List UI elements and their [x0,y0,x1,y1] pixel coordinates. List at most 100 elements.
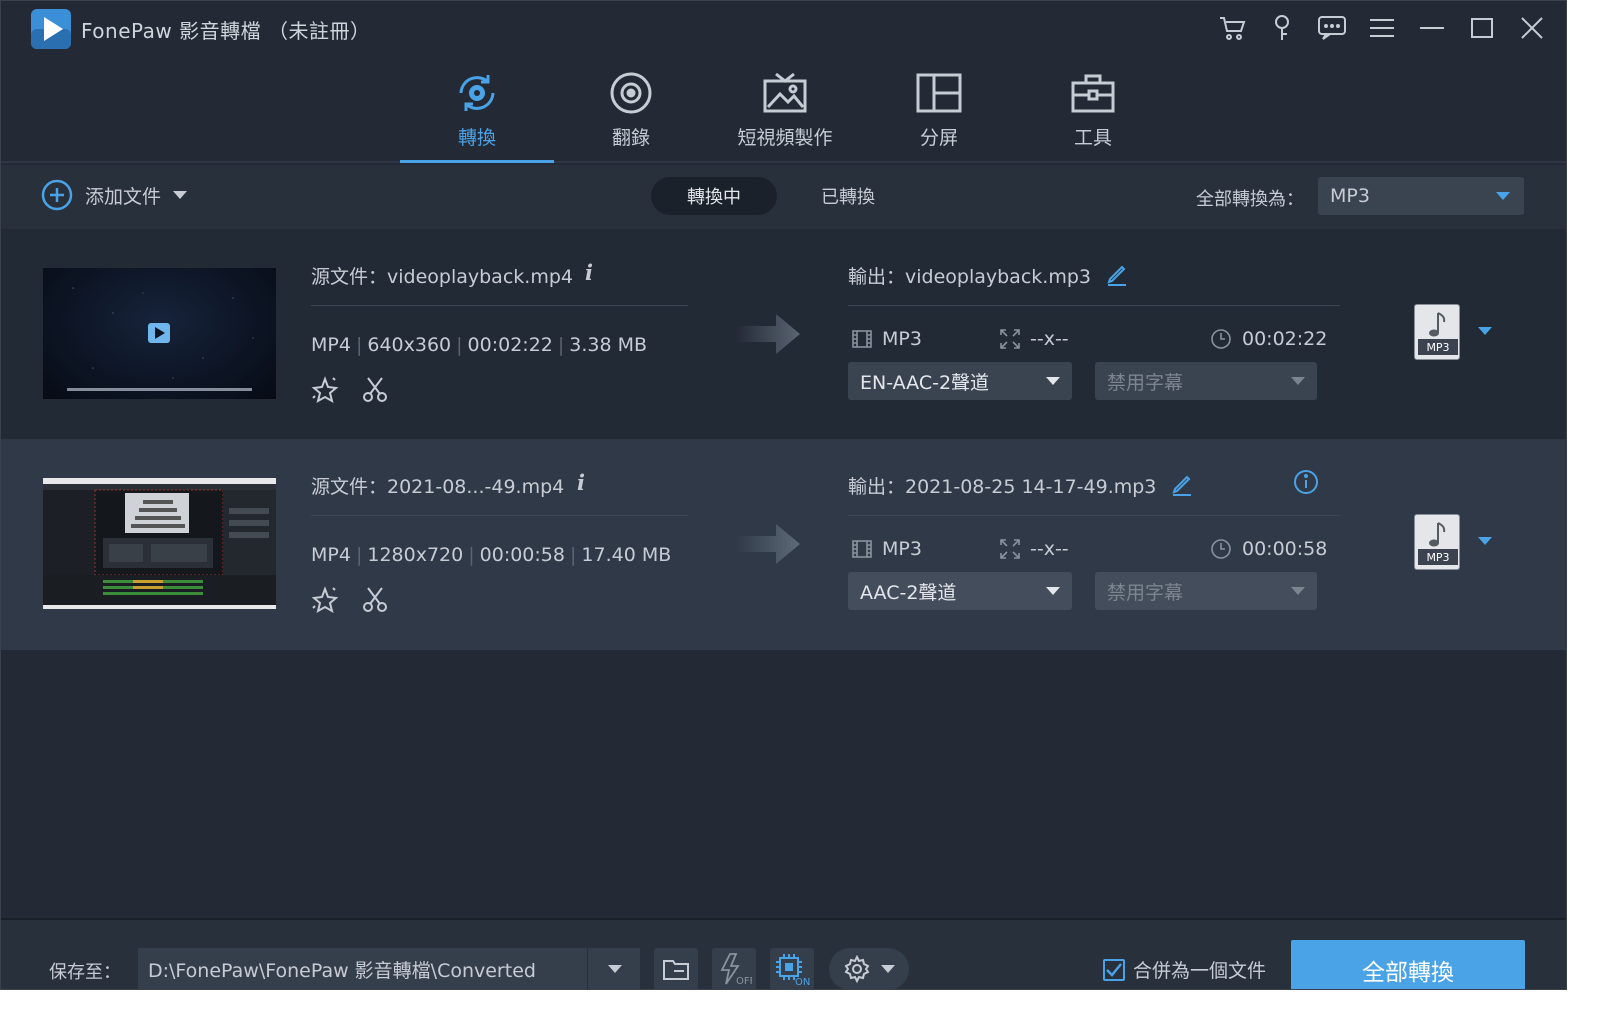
tab-split-screen[interactable]: 分屏 [862,67,1016,163]
convert-all-to-label: 全部轉換為： [1196,189,1304,210]
tab-short-video[interactable]: 短視頻製作 [708,67,862,163]
open-folder-button[interactable] [654,948,698,989]
output-format-badge[interactable]: MP3 [1414,304,1460,360]
bottom-bar: 保存至： D:\FonePaw\FonePaw 影音轉檔\Converted O… [1,918,1566,989]
output-resolution-spec: --x-- [1000,328,1069,350]
info-circle-icon[interactable] [1293,469,1319,499]
main-nav: 轉換 翻錄 短視頻製作 分屏 工具 [1,57,1566,163]
audio-track-select[interactable]: AAC-2聲道 [848,572,1072,610]
settings-button[interactable] [829,948,909,989]
caret-down-icon [1046,587,1060,595]
gear-icon [844,955,870,983]
audio-track-value: AAC-2聲道 [860,581,957,604]
tab-rip[interactable]: 翻錄 [554,67,708,163]
tab-label: 工具 [1073,127,1112,149]
save-path-select[interactable]: D:\FonePaw\FonePaw 影音轉檔\Converted [138,948,640,989]
cpu-chip-icon: ON [776,954,810,986]
add-file-label: 添加文件 [85,185,162,208]
chevron-down-icon [881,965,895,973]
divider [848,515,1340,516]
chevron-down-icon[interactable] [173,190,188,200]
save-to-label: 保存至： [49,962,121,983]
merge-label: 合併為一個文件 [1133,960,1267,982]
output-duration: 00:00:58 [1242,538,1328,560]
format-badge-text: MP3 [1426,551,1449,564]
title-bar: FonePaw 影音轉檔 （未註冊） [1,1,1566,57]
feedback-icon[interactable] [1316,11,1348,45]
format-select-value: MP3 [1330,185,1370,207]
tv-image-icon [758,67,812,119]
toolbox-icon [1066,67,1120,119]
edit-pencil-icon[interactable] [1105,262,1129,286]
info-icon[interactable]: i [585,260,593,285]
caret-down-icon [1291,377,1305,385]
cut-scissors-icon[interactable] [361,586,389,618]
output-format-spec: MP3 [852,328,922,350]
clock-icon [1211,329,1231,349]
info-icon[interactable]: i [577,470,585,495]
source-meta: MP4 | 640x360 | 00:02:22 | 3.38 MB [311,334,648,356]
enhance-star-icon[interactable] [311,586,339,618]
film-icon [852,330,872,348]
app-title: FonePaw 影音轉檔 （未註冊） [81,19,371,43]
cart-icon[interactable] [1216,11,1248,45]
convert-icon [450,67,504,119]
tab-convert[interactable]: 轉換 [400,67,554,163]
subtitle-select[interactable]: 禁用字幕 [1095,362,1317,400]
output-resolution-spec: --x-- [1000,538,1069,560]
output-duration-spec: 00:02:22 [1210,328,1327,350]
video-thumbnail[interactable] [43,268,276,399]
save-path-value: D:\FonePaw\FonePaw 影音轉檔\Converted [148,959,536,982]
output-duration-spec: 00:00:58 [1210,538,1327,560]
maximize-icon[interactable] [1466,11,1498,45]
source-meta: MP4 | 1280x720 | 00:00:58 | 17.40 MB [311,544,672,566]
add-file-button[interactable]: 添加文件 [41,179,188,211]
file-row: 源文件：videoplayback.mp4 i MP4 | 640x360 | 00:0… [1,230,1566,440]
hardware-accel-toggle[interactable]: OFF [712,948,756,989]
output-format-spec: MP3 [852,538,922,560]
audio-track-select[interactable]: EN-AAC-2聲道 [848,362,1072,400]
clock-icon [1211,539,1231,559]
output-format: MP3 [882,328,922,350]
edit-pencil-icon[interactable] [1170,472,1194,496]
format-badge-caret-icon[interactable] [1478,537,1492,545]
convert-all-button[interactable]: 全部轉換 [1291,940,1525,989]
toolbar: 添加文件 轉換中 已轉換 全部轉換為： MP3 [1,165,1566,229]
minimize-icon[interactable] [1416,11,1448,45]
tab-tools[interactable]: 工具 [1016,67,1170,163]
caret-down-icon[interactable] [608,965,622,973]
tab-converting[interactable]: 轉換中 [651,177,777,215]
subtitle-select[interactable]: 禁用字幕 [1095,572,1317,610]
cut-scissors-icon[interactable] [361,376,389,408]
convert-all-format-select[interactable]: MP3 [1318,177,1524,215]
menu-icon[interactable] [1366,11,1398,45]
caret-down-icon [1496,192,1510,200]
output-file-text: 輸出：2021-08-25 14-17-49.mp3 [848,476,1157,498]
source-duration: 00:02:22 [467,334,553,356]
source-duration: 00:00:58 [479,544,565,566]
tab-converted[interactable]: 已轉換 [785,177,911,215]
video-thumbnail[interactable] [43,478,276,609]
audio-track-value: EN-AAC-2聲道 [860,371,990,394]
divider [311,515,688,516]
caret-down-icon [1046,377,1060,385]
format-badge-caret-icon[interactable] [1478,327,1492,335]
split-screen-icon [912,67,966,119]
close-icon[interactable] [1516,11,1548,45]
merge-checkbox[interactable] [1103,958,1125,981]
caret-down-icon [1291,587,1305,595]
output-file-name: 輸出：2021-08-25 14-17-49.mp3 [848,472,1194,499]
merge-into-one-file[interactable]: 合併為一個文件 [1103,956,1266,983]
status-segmented-control: 轉換中 已轉換 [651,177,911,215]
source-resolution: 1280x720 [367,544,464,566]
gpu-accel-toggle[interactable]: ON [770,948,814,989]
svg-text:ON: ON [795,977,810,986]
subtitle-value: 禁用字幕 [1107,371,1184,394]
source-size: 17.40 MB [581,544,672,566]
tab-label: 分屏 [919,127,958,149]
key-icon[interactable] [1266,11,1298,45]
subtitle-value: 禁用字幕 [1107,581,1184,604]
tab-label: 短視頻製作 [737,127,833,149]
enhance-star-icon[interactable] [311,376,339,408]
output-format-badge[interactable]: MP3 [1414,514,1460,570]
